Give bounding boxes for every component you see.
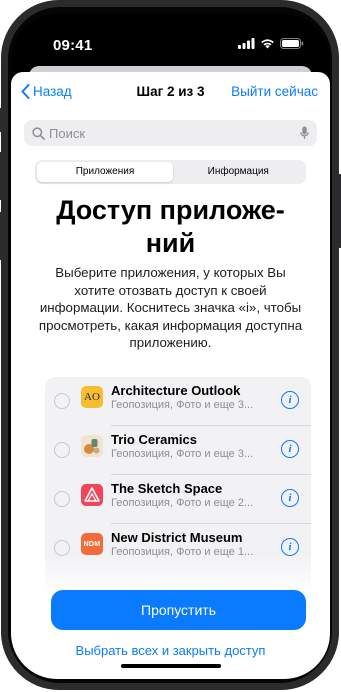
segment-apps[interactable]: Приложения (37, 162, 173, 182)
sketch-space-icon (81, 484, 103, 506)
list-item[interactable]: The Sketch Space Геопозиция, Фото и еще … (45, 475, 311, 523)
select-radio[interactable] (54, 491, 70, 507)
volume-down-button (0, 212, 2, 260)
app-name: Architecture Outlook (111, 383, 241, 398)
status-icons (238, 38, 304, 49)
dynamic-island (118, 30, 222, 58)
navigation-bar: Назад Шаг 2 из 3 Выйти сейчас (11, 84, 330, 106)
status-time: 09:41 (53, 37, 93, 54)
segmented-control: Приложения Информация (35, 160, 306, 184)
app-permissions: Геопозиция, Фото и еще 3... (111, 448, 254, 460)
app-name: New District Museum (111, 530, 243, 545)
select-radio[interactable] (54, 393, 70, 409)
app-permissions: Геопозиция, Фото и еще 2... (111, 497, 254, 509)
status-bar: 09:41 (11, 14, 330, 58)
volume-up-button (0, 152, 2, 200)
page-title-line-2: ний (145, 228, 196, 258)
search-icon (32, 126, 45, 140)
search-field[interactable]: Поиск (24, 120, 317, 146)
screen: 09:41 Назад Шаг 2 из 3 Выйти сейчас Поис… (11, 14, 330, 679)
info-icon[interactable]: i (281, 440, 299, 458)
segment-info[interactable]: Информация (171, 162, 307, 182)
microphone-icon[interactable] (300, 126, 309, 140)
app-permissions: Геопозиция, Фото и еще 3... (111, 399, 254, 411)
info-icon[interactable]: i (281, 391, 299, 409)
trio-ceramics-icon (84, 439, 100, 454)
wifi-icon (261, 39, 274, 49)
new-district-museum-icon: NDM (81, 533, 103, 555)
app-icon-label: AO (84, 391, 100, 403)
page-description: Выберите приложения, у которых Вы хотите… (38, 265, 303, 350)
page-title: Доступ приложе- ний (11, 194, 330, 260)
modal-sheet: Назад Шаг 2 из 3 Выйти сейчас Поиск Прил… (11, 72, 330, 679)
phone-frame: 09:41 Назад Шаг 2 из 3 Выйти сейчас Поис… (0, 0, 341, 690)
skip-button[interactable]: Пропустить (51, 590, 306, 630)
battery-icon (280, 38, 304, 49)
app-name: Trio Ceramics (111, 432, 197, 447)
cellular-signal-icon (238, 38, 255, 49)
exit-now-button[interactable]: Выйти сейчас (231, 84, 318, 99)
architecture-outlook-icon: AO (81, 386, 103, 408)
home-indicator[interactable] (121, 664, 221, 668)
trio-ceramics-icon (81, 435, 103, 457)
page-title-line-1: Доступ приложе- (56, 195, 285, 225)
list-item[interactable]: AO Architecture Outlook Геопозиция, Фото… (45, 377, 311, 425)
info-icon[interactable]: i (281, 489, 299, 507)
app-icon-label: NDM (83, 540, 101, 548)
select-all-revoke-button[interactable]: Выбрать всех и закрыть доступ (11, 643, 330, 658)
app-name: The Sketch Space (111, 481, 223, 496)
select-radio[interactable] (54, 442, 70, 458)
list-item[interactable]: Trio Ceramics Геопозиция, Фото и еще 3..… (45, 426, 311, 474)
side-button (0, 108, 2, 132)
search-placeholder: Поиск (49, 125, 86, 141)
sketch-space-icon (84, 487, 100, 502)
